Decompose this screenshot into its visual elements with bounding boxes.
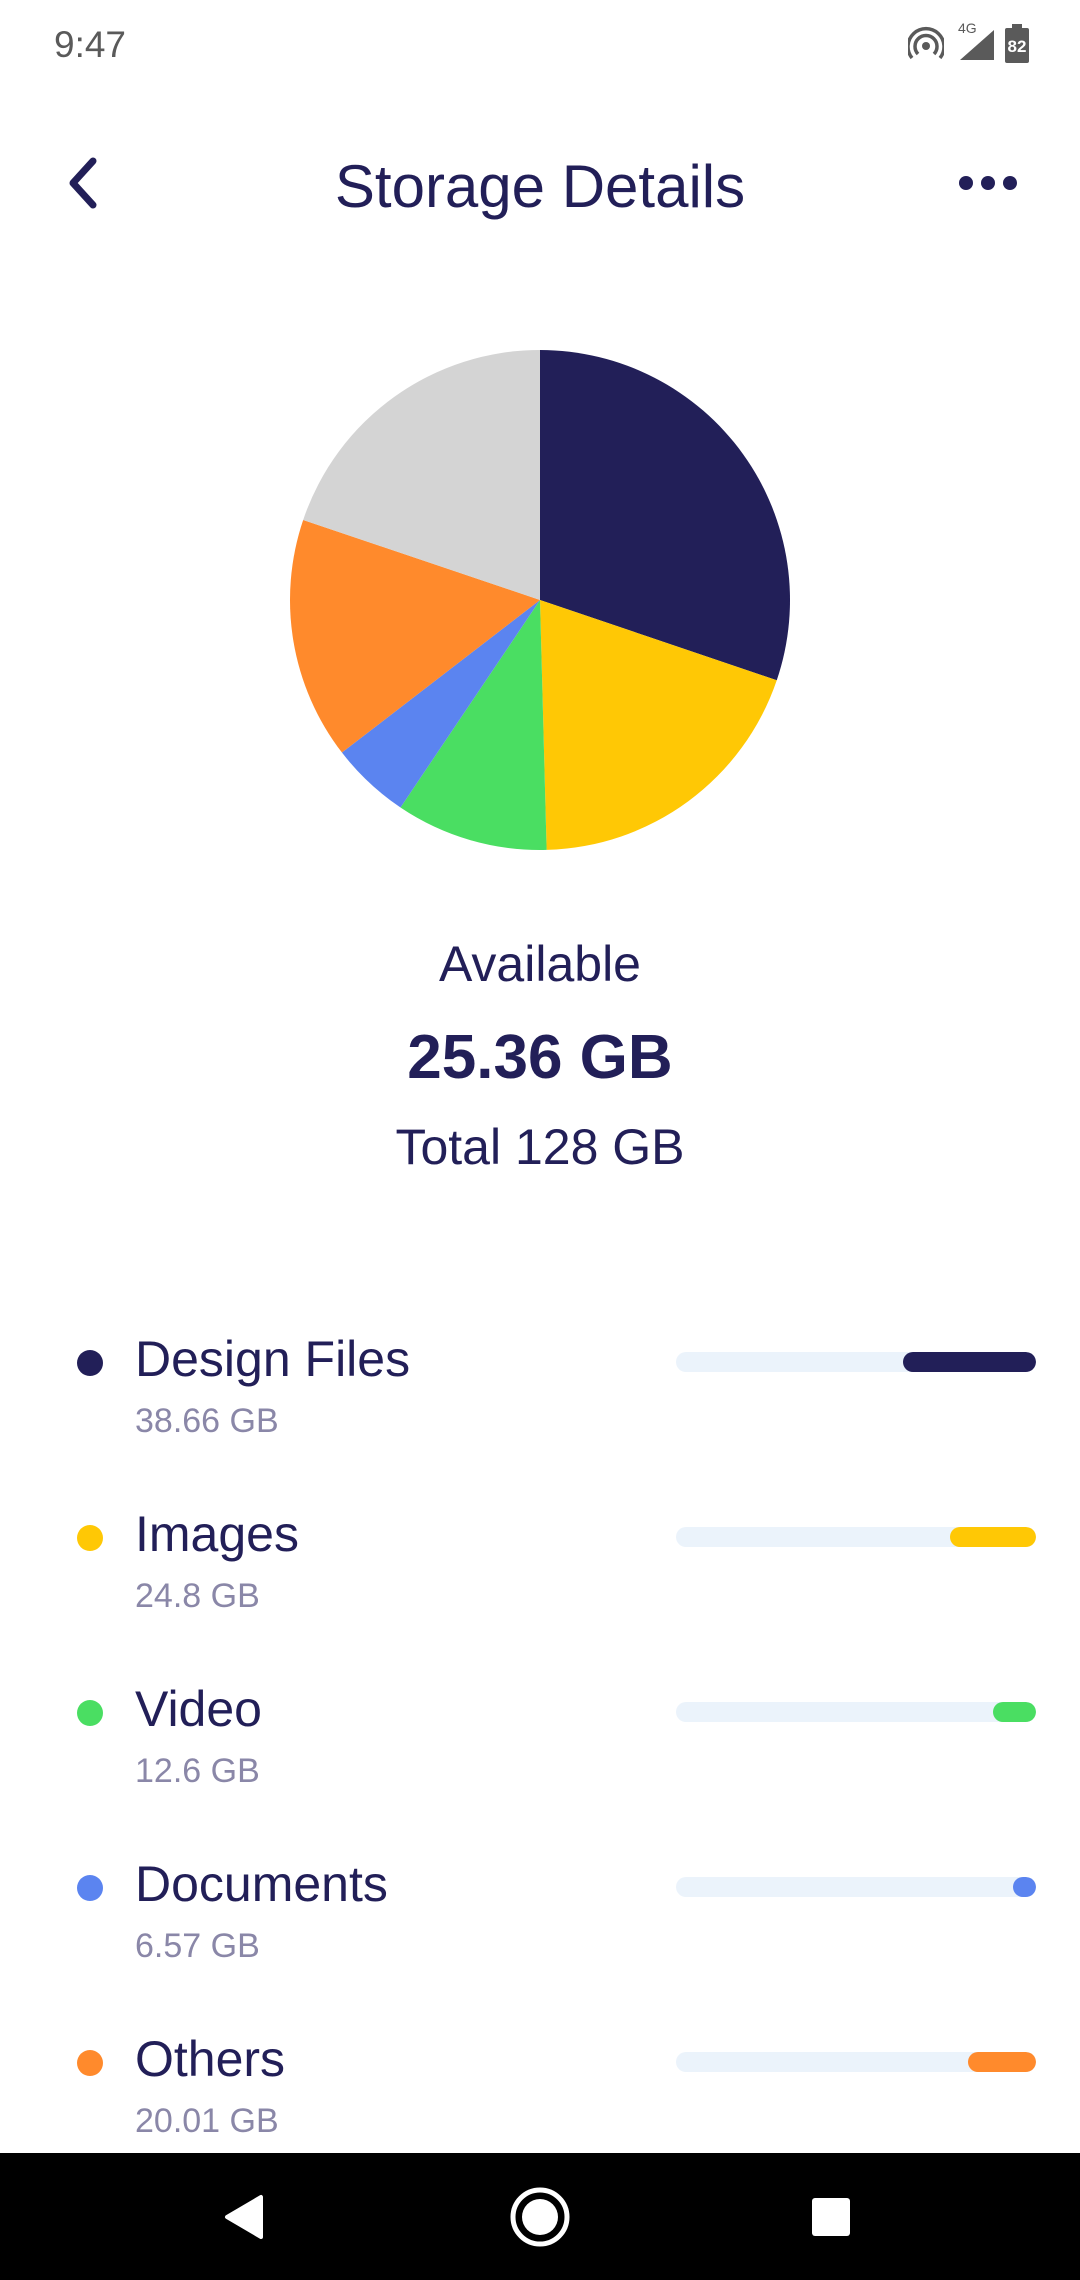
category-color-dot [77, 1350, 103, 1376]
page-title: Storage Details [334, 153, 746, 220]
status-time: 9:47 [54, 24, 127, 65]
hotspot-icon [908, 27, 944, 60]
home-circle-icon [510, 2187, 570, 2247]
nav-home-button[interactable] [502, 2179, 578, 2255]
available-label: Available [438, 936, 641, 992]
nav-back-button[interactable] [205, 2179, 281, 2255]
nav-recents-button[interactable] [793, 2179, 869, 2255]
category-others[interactable]: Others 20.01 GB [0, 2020, 1080, 2170]
recents-square-icon [812, 2198, 850, 2236]
status-bar: 9:47 4G 82 [0, 0, 1080, 90]
category-color-dot [77, 2050, 103, 2076]
usage-bar [676, 1352, 1036, 1372]
back-triangle-icon [225, 2195, 263, 2239]
category-name: Documents [135, 1856, 388, 1912]
category-color-dot [77, 1875, 103, 1901]
battery-icon: 82 [1005, 24, 1029, 63]
available-value: 25.36 GB [407, 1023, 673, 1092]
category-name: Images [135, 1506, 299, 1562]
usage-bar-fill [902, 1352, 1036, 1372]
status-icons: 4G 82 [908, 20, 1030, 64]
top-bar: Storage Details [0, 130, 1080, 240]
usage-bar [676, 1527, 1036, 1547]
category-size: 38.66 GB [135, 1402, 279, 1440]
category-documents[interactable]: Documents 6.57 GB [0, 1845, 1080, 1995]
usage-bar-fill [1013, 1877, 1036, 1897]
battery-level: 82 [1008, 37, 1027, 56]
category-size: 12.6 GB [135, 1752, 260, 1790]
more-options-button[interactable] [946, 150, 1030, 216]
usage-bar-fill [992, 1702, 1036, 1722]
pie-svg [289, 350, 790, 850]
usage-bar [676, 1877, 1036, 1897]
category-video[interactable]: Video 12.6 GB [0, 1670, 1080, 1820]
network-type: 4G [958, 20, 977, 36]
category-size: 20.01 GB [135, 2102, 279, 2140]
usage-bar-fill [949, 1527, 1036, 1547]
total-storage-label: Total 128 GB [395, 1119, 685, 1175]
usage-bar [676, 2052, 1036, 2072]
signal-icon: 4G [958, 20, 996, 62]
storage-pie-chart [285, 345, 795, 855]
category-color-dot [77, 1525, 103, 1551]
category-size: 6.57 GB [135, 1927, 260, 1965]
usage-bar-fill [967, 2052, 1036, 2072]
system-nav-bar [0, 2153, 1080, 2280]
category-color-dot [77, 1700, 103, 1726]
category-images[interactable]: Images 24.8 GB [0, 1495, 1080, 1645]
usage-bar [676, 1702, 1036, 1722]
category-size: 24.8 GB [135, 1577, 260, 1615]
category-name: Design Files [135, 1331, 411, 1387]
category-design-files[interactable]: Design Files 38.66 GB [0, 1320, 1080, 1470]
more-horizontal-icon [959, 176, 1017, 190]
category-name: Video [135, 1681, 262, 1737]
category-name: Others [135, 2031, 286, 2087]
